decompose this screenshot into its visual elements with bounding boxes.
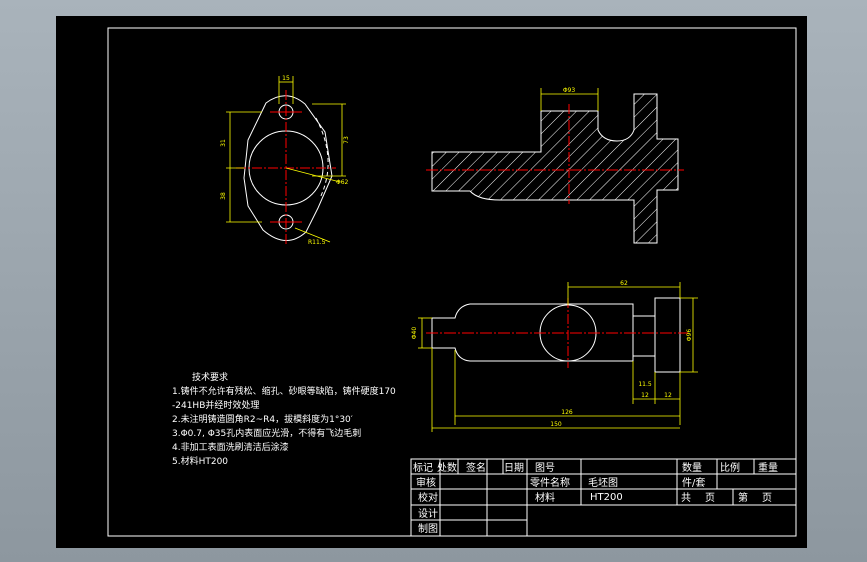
dim-12-b: 12 [664,392,672,399]
tb-date: 日期 [504,462,524,474]
dim-11-5: 11.5 [638,381,652,388]
note-line-5: 4.非加工表面洗刷清洁后涂漆 [172,441,289,453]
tb-mark: 标记 [413,462,433,474]
dim-top-62: 62 [620,280,628,287]
tb-qty: 数量 [682,461,702,474]
note-line-4: 3.Φ0.7, Φ35孔内表面应光滑，不得有飞边毛刺 [172,427,361,439]
tb-pieces: 件/套 [682,476,705,489]
dim-left-lower: 38 [220,192,227,200]
tb-material: 材料 [535,491,555,504]
dim-12-a: 12 [641,392,649,399]
tb-drawing-no: 图号 [535,462,555,474]
dim-left-upper: 31 [220,139,227,147]
dim-top-width: 15 [282,75,290,82]
tb-draw: 制图 [418,522,438,535]
dim-right-dia: Φ96 [686,329,693,342]
dim-126: 126 [561,409,573,416]
tb-part-name: 零件名称 [530,476,570,489]
tb-review: 审核 [416,476,436,489]
drawing-sheet: 15 31 38 73 Φ62 R11.5 Φ93 62 Φ40 Φ96 11.… [56,16,807,548]
dim-section-width: Φ93 [563,87,576,94]
tb-sheet-no: 第 [738,491,748,504]
tb-part-name-value: 毛坯图 [588,477,618,489]
tb-pages: 页 [705,492,715,504]
note-line-3: 2.未注明铸造圆角R2~R4，拔模斜度为1°30′ [172,413,353,425]
dim-150: 150 [550,421,562,428]
tb-weight: 重量 [758,461,778,474]
dim-diameter: Φ62 [336,179,349,186]
tb-sign: 签名 [466,461,486,474]
dim-right-height: 73 [343,136,350,144]
tb-check: 校对 [418,491,438,504]
notes-title: 技术要求 [192,371,228,383]
tb-design: 设计 [418,507,438,520]
dim-radius: R11.5 [308,239,326,246]
dim-left-dia: Φ40 [411,327,418,340]
tb-scale: 比例 [720,461,740,474]
note-line-6: 5.材料HT200 [172,455,228,467]
note-line-2: -241HB并经时效处理 [172,399,259,411]
tb-page: 页 [762,492,772,504]
tb-place: 处数 [437,461,457,474]
tb-total: 共 [681,492,691,504]
tb-material-value: HT200 [590,492,623,503]
note-line-1: 1.铸件不允许有残松、缩孔、砂眼等缺陷，铸件硬度170 [172,385,396,397]
